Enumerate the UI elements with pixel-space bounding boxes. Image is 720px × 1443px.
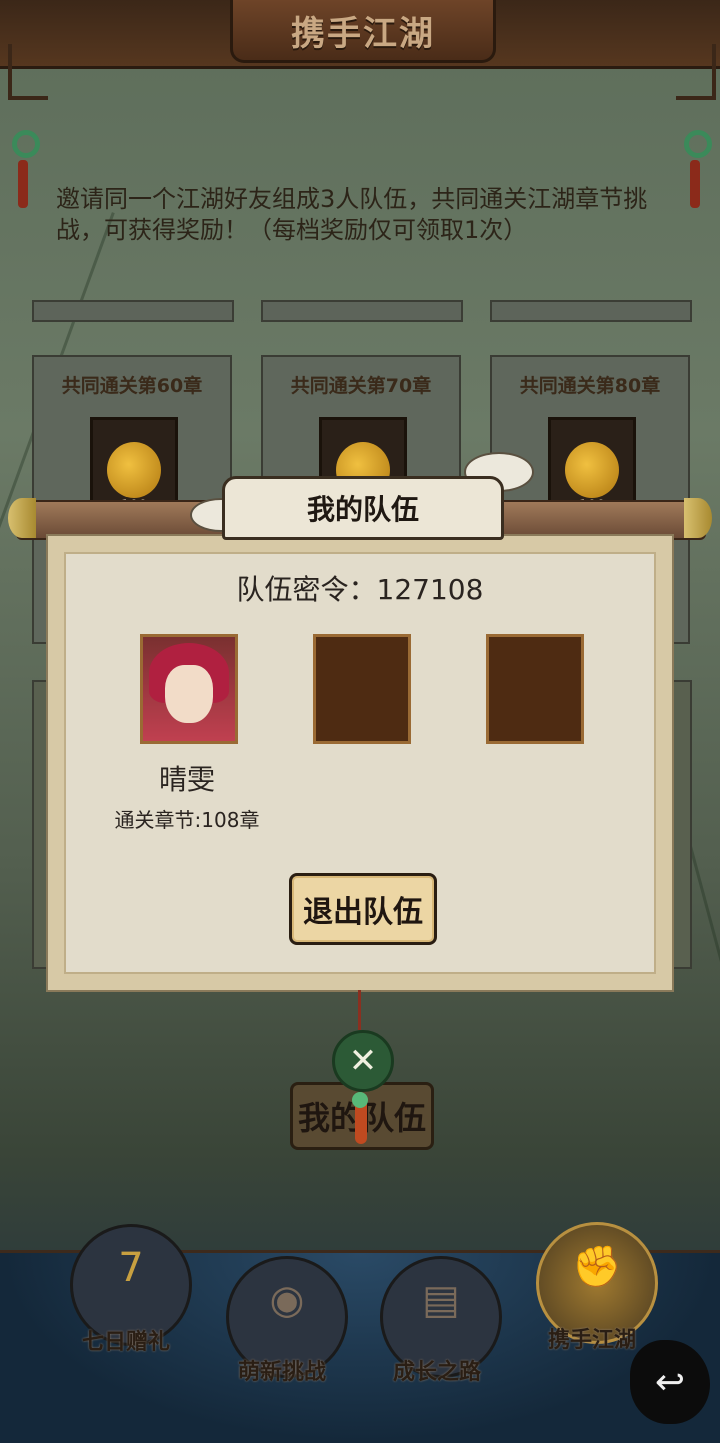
chapter-label: 共同通关第80章: [519, 375, 661, 397]
close-icon: ✕: [348, 1041, 378, 1081]
leave-team-button[interactable]: 退出队伍: [289, 873, 437, 945]
back-arrow-icon: ↩: [654, 1361, 686, 1403]
handshake-icon: ✊: [572, 1244, 622, 1290]
card-edge: [261, 300, 463, 322]
gourd-icon: [565, 442, 619, 498]
close-cord: [358, 990, 361, 1030]
event-description: 邀请同一个江湖好友组成3人队伍，共同通关江湖章节挑战，可获得奖励！（每档奖励仅可…: [56, 185, 648, 244]
gift-box-icon: 7: [118, 1245, 144, 1291]
book-arrow-icon: ▤: [422, 1277, 460, 1323]
reward-item: 100: [90, 417, 178, 514]
member-name: 晴雯: [158, 763, 215, 796]
member-chapter: 通关章节:108章: [114, 808, 260, 832]
corner-ornament: [676, 44, 716, 100]
nav-label: 成长之路: [392, 1360, 481, 1385]
beast-mask-icon: ◉: [269, 1277, 305, 1323]
reward-item: 100: [548, 417, 636, 514]
gourd-icon: [107, 442, 161, 498]
jade-tassel-icon: [12, 130, 40, 208]
chapter-label: 共同通关第70章: [290, 375, 432, 397]
team-slot-2[interactable]: [313, 634, 411, 744]
jade-bead-icon: [352, 1092, 368, 1108]
card-edge: [490, 300, 692, 322]
back-button[interactable]: ↩: [630, 1340, 710, 1424]
title-plaque: 携手江湖: [230, 0, 496, 63]
card-edge: [32, 300, 234, 322]
nav-label: 萌新挑战: [237, 1360, 326, 1385]
scroll-end-cap: [8, 498, 36, 538]
team-slot-1[interactable]: [140, 634, 238, 744]
dialog-title: 我的队伍: [222, 476, 504, 540]
team-slot-3[interactable]: [486, 634, 584, 744]
close-button[interactable]: ✕: [332, 1030, 394, 1092]
team-code: 队伍密令：127108: [236, 573, 484, 606]
nav-label: 七日赠礼: [81, 1330, 170, 1355]
scroll-end-cap: [684, 498, 712, 538]
page-title: 携手江湖: [291, 13, 435, 54]
corner-ornament: [8, 44, 48, 100]
jade-tassel-icon: [684, 130, 712, 208]
chapter-label: 共同通关第60章: [61, 375, 203, 397]
member-avatar: [143, 637, 235, 741]
